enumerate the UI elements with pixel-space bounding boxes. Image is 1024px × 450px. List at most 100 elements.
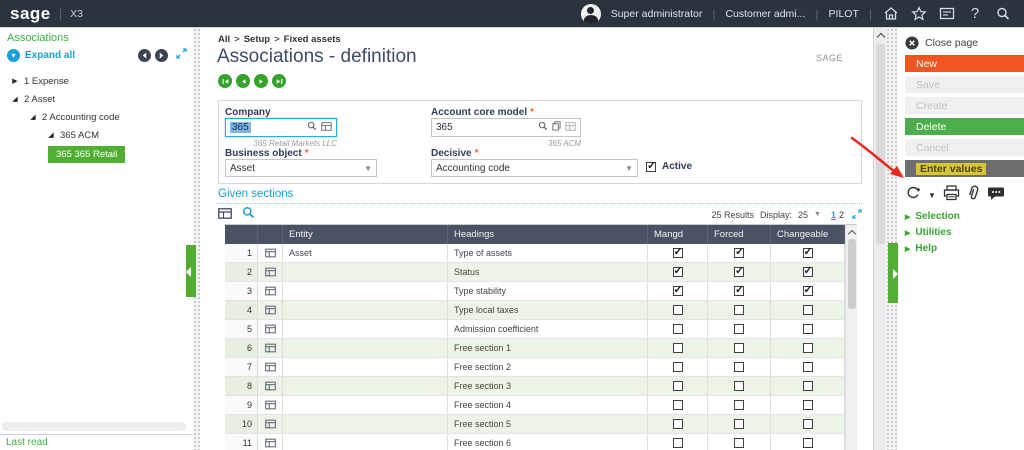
changeable-checkbox[interactable] bbox=[803, 362, 813, 372]
entity-cell[interactable] bbox=[283, 434, 448, 450]
user-name[interactable]: Super administrator bbox=[611, 8, 703, 20]
table-scrollbar[interactable] bbox=[845, 225, 857, 450]
table-row[interactable]: 7Free section 2 bbox=[225, 358, 845, 377]
refresh-caret-icon[interactable]: ▼ bbox=[928, 191, 936, 200]
panel-link-help[interactable]: ▶Help bbox=[905, 243, 960, 254]
right-panel-collapse-handle[interactable] bbox=[888, 243, 898, 303]
forced-checkbox[interactable] bbox=[734, 362, 744, 372]
column-header[interactable] bbox=[225, 225, 258, 244]
table-row[interactable]: 6Free section 1 bbox=[225, 339, 845, 358]
page-link[interactable]: 2 bbox=[839, 210, 844, 220]
delete-button[interactable]: Delete bbox=[905, 118, 1024, 135]
headings-cell[interactable]: Type stability bbox=[448, 282, 648, 300]
first-record-icon[interactable] bbox=[218, 74, 232, 88]
entity-cell[interactable] bbox=[283, 282, 448, 300]
table-row[interactable]: 9Free section 4 bbox=[225, 396, 845, 415]
row-detail-icon[interactable] bbox=[258, 282, 283, 300]
refresh-icon[interactable] bbox=[905, 185, 921, 206]
column-header[interactable]: Changeable bbox=[771, 225, 845, 244]
entity-cell[interactable] bbox=[283, 301, 448, 319]
breadcrumb-item[interactable]: Fixed assets bbox=[284, 34, 341, 45]
changeable-checkbox[interactable] bbox=[803, 438, 813, 448]
tree-collapsed-icon[interactable]: ▶ bbox=[10, 77, 20, 85]
forced-checkbox[interactable] bbox=[734, 324, 744, 334]
main-scroll-thumb[interactable] bbox=[876, 44, 885, 244]
forced-checkbox[interactable] bbox=[734, 267, 744, 277]
changeable-checkbox[interactable] bbox=[803, 400, 813, 410]
print-icon[interactable] bbox=[943, 185, 960, 206]
headings-cell[interactable]: Free section 5 bbox=[448, 415, 648, 433]
forced-checkbox[interactable] bbox=[734, 419, 744, 429]
row-detail-icon[interactable] bbox=[258, 415, 283, 433]
mangd-checkbox[interactable] bbox=[673, 305, 683, 315]
changeable-checkbox[interactable] bbox=[803, 419, 813, 429]
headings-cell[interactable]: Type of assets bbox=[448, 244, 648, 262]
tree-item[interactable]: ◢2 Accounting code bbox=[0, 108, 193, 126]
previous-record-icon[interactable] bbox=[236, 74, 250, 88]
account-lookup-icon[interactable] bbox=[538, 121, 548, 134]
mangd-checkbox[interactable] bbox=[673, 400, 683, 410]
table-search-icon[interactable] bbox=[242, 206, 255, 224]
column-header[interactable]: Headings bbox=[448, 225, 648, 244]
forced-checkbox[interactable] bbox=[734, 438, 744, 448]
row-detail-icon[interactable] bbox=[258, 244, 283, 262]
forced-checkbox[interactable] bbox=[734, 305, 744, 315]
table-row[interactable]: 10Free section 5 bbox=[225, 415, 845, 434]
mangd-checkbox[interactable] bbox=[673, 419, 683, 429]
star-icon[interactable] bbox=[910, 5, 928, 23]
tree-item[interactable]: ◢365 ACM bbox=[0, 126, 193, 144]
forced-checkbox[interactable] bbox=[734, 248, 744, 258]
next-record-icon[interactable] bbox=[254, 74, 268, 88]
tree-prev-icon[interactable] bbox=[138, 49, 151, 62]
close-page-button[interactable]: Close page bbox=[905, 36, 978, 50]
table-row[interactable]: 1AssetType of assets bbox=[225, 244, 845, 263]
mangd-checkbox[interactable] bbox=[673, 248, 683, 258]
tree-horizontal-scrollbar[interactable] bbox=[2, 422, 186, 431]
table-row[interactable]: 11Free section 6 bbox=[225, 434, 845, 450]
row-detail-icon[interactable] bbox=[258, 396, 283, 414]
active-checkbox[interactable] bbox=[646, 162, 656, 172]
column-header[interactable]: Forced bbox=[708, 225, 771, 244]
changeable-checkbox[interactable] bbox=[803, 286, 813, 296]
row-detail-icon[interactable] bbox=[258, 320, 283, 338]
headings-cell[interactable]: Type local taxes bbox=[448, 301, 648, 319]
new-button[interactable]: New bbox=[905, 55, 1024, 72]
entity-cell[interactable] bbox=[283, 396, 448, 414]
row-detail-icon[interactable] bbox=[258, 339, 283, 357]
tree-item[interactable]: ▶1 Expense bbox=[0, 72, 193, 90]
home-icon[interactable] bbox=[882, 5, 900, 23]
changeable-checkbox[interactable] bbox=[803, 324, 813, 334]
column-header[interactable]: Entity bbox=[283, 225, 448, 244]
entity-cell[interactable] bbox=[283, 358, 448, 376]
environment-name[interactable]: PILOT bbox=[829, 8, 859, 20]
column-header[interactable]: Mangd bbox=[648, 225, 708, 244]
row-detail-icon[interactable] bbox=[258, 263, 283, 281]
table-scroll-thumb[interactable] bbox=[848, 239, 856, 309]
tree-expanded-icon[interactable]: ◢ bbox=[28, 113, 38, 121]
changeable-checkbox[interactable] bbox=[803, 343, 813, 353]
mangd-checkbox[interactable] bbox=[673, 381, 683, 391]
mangd-checkbox[interactable] bbox=[673, 286, 683, 296]
company-grid-icon[interactable] bbox=[321, 122, 332, 134]
breadcrumb-item[interactable]: Setup bbox=[244, 34, 270, 45]
table-grid-icon[interactable] bbox=[218, 206, 232, 224]
mangd-checkbox[interactable] bbox=[673, 324, 683, 334]
mangd-checkbox[interactable] bbox=[673, 438, 683, 448]
help-icon[interactable]: ? bbox=[966, 5, 984, 23]
column-header[interactable] bbox=[258, 225, 283, 244]
entity-cell[interactable] bbox=[283, 263, 448, 281]
business-object-select[interactable]: Asset▼ bbox=[225, 159, 377, 177]
account-grid-icon[interactable] bbox=[565, 122, 576, 134]
attachment-icon[interactable] bbox=[967, 185, 980, 206]
left-panel-resize-gutter[interactable] bbox=[193, 28, 200, 450]
table-expand-icon[interactable] bbox=[852, 209, 862, 221]
news-icon[interactable] bbox=[938, 5, 956, 23]
breadcrumb-item[interactable]: All bbox=[218, 34, 230, 45]
headings-cell[interactable]: Free section 6 bbox=[448, 434, 648, 450]
page-size-caret-icon[interactable]: ▼ bbox=[814, 211, 821, 218]
headings-cell[interactable]: Free section 2 bbox=[448, 358, 648, 376]
headings-cell[interactable]: Admission coefficient bbox=[448, 320, 648, 338]
row-detail-icon[interactable] bbox=[258, 358, 283, 376]
table-row[interactable]: 3Type stability bbox=[225, 282, 845, 301]
panel-link-utilities[interactable]: ▶Utilities bbox=[905, 227, 960, 238]
